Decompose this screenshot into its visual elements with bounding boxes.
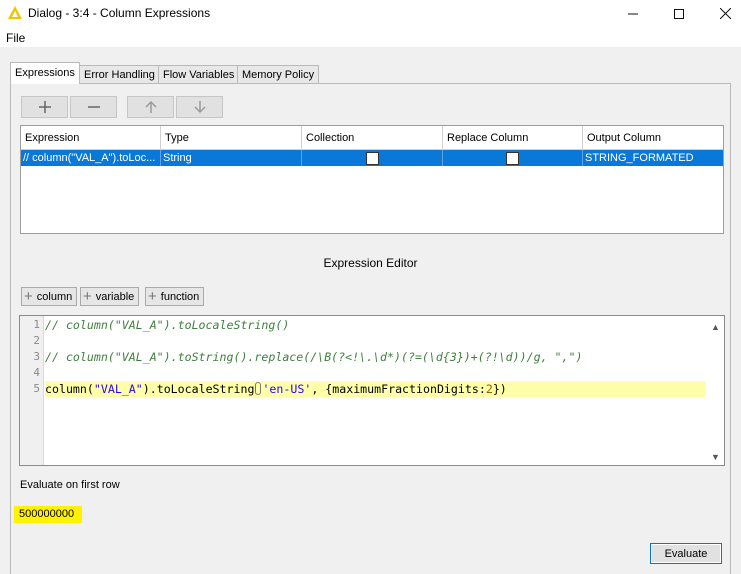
text-cursor [255, 382, 262, 395]
menu-file[interactable]: File [6, 31, 25, 45]
minimize-icon [628, 13, 638, 14]
tab-memory-policy[interactable]: Memory Policy [237, 65, 320, 84]
vertical-scrollbar[interactable]: ▲ ▼ [707, 316, 724, 465]
table-row[interactable]: // column("VAL_A").toLoc... String STRIN… [21, 150, 723, 166]
insert-variable-button[interactable]: + variable [80, 287, 140, 306]
arrow-down-icon [193, 101, 206, 114]
remove-expression-button[interactable] [70, 96, 117, 118]
insert-function-button[interactable]: + function [145, 287, 205, 306]
plus-icon: + [83, 287, 92, 305]
plus-icon [38, 101, 51, 113]
line-number: 5 [33, 382, 40, 395]
column-header-collection[interactable]: Collection [302, 126, 443, 150]
cell-type[interactable]: String [161, 150, 302, 166]
cell-collection[interactable] [302, 150, 443, 166]
arrow-up-icon [144, 100, 157, 113]
tab-expressions[interactable]: Expressions [10, 62, 80, 84]
move-down-button[interactable] [176, 96, 223, 118]
evaluate-result: 500000000 [14, 506, 82, 523]
code-line-5: column("VAL_A").toLocaleString'en-US', {… [45, 381, 706, 397]
code-line-1: // column("VAL_A").toLocaleString() [45, 318, 290, 332]
column-header-output-column[interactable]: Output Column [583, 126, 723, 150]
column-header-replace-column[interactable]: Replace Column [443, 126, 583, 150]
expression-table: Expression Type Collection Replace Colum… [20, 125, 724, 234]
maximize-button[interactable] [656, 0, 702, 27]
menu-bar: File [0, 27, 741, 47]
close-icon [719, 8, 731, 19]
evaluate-label: Evaluate on first row [20, 479, 120, 491]
plus-icon: + [24, 287, 33, 305]
scroll-down-icon[interactable]: ▼ [707, 448, 724, 465]
cell-expression[interactable]: // column("VAL_A").toLoc... [21, 150, 161, 166]
line-number: 4 [33, 366, 40, 379]
maximize-icon [674, 8, 684, 19]
line-number: 1 [33, 318, 40, 331]
evaluate-button[interactable]: Evaluate [650, 543, 722, 564]
cell-replace-column[interactable] [443, 150, 583, 166]
column-header-type[interactable]: Type [161, 126, 302, 150]
move-up-button[interactable] [127, 96, 174, 118]
window-title: Dialog - 3:4 - Column Expressions [28, 6, 211, 20]
replace-column-checkbox[interactable] [506, 152, 519, 165]
code-editor[interactable]: 1 2 3 4 5 // column("VAL_A").toLocaleStr… [19, 315, 725, 466]
code-line-3: // column("VAL_A").toString().replace(/\… [45, 350, 583, 364]
add-expression-button[interactable] [21, 96, 68, 118]
cell-output-column[interactable]: STRING_FORMATED [583, 150, 723, 166]
line-number-gutter: 1 2 3 4 5 [20, 316, 44, 465]
tab-flow-variables[interactable]: Flow Variables [158, 65, 240, 84]
tab-error-handling[interactable]: Error Handling [79, 65, 160, 84]
column-header-expression[interactable]: Expression [21, 126, 161, 150]
line-number: 2 [33, 334, 40, 347]
collection-checkbox[interactable] [366, 152, 379, 165]
title-bar: Dialog - 3:4 - Column Expressions [0, 0, 741, 27]
expression-editor-title: Expression Editor [323, 256, 418, 270]
scroll-up-icon[interactable]: ▲ [707, 318, 724, 335]
insert-column-button[interactable]: + column [21, 287, 78, 306]
plus-icon: + [148, 287, 157, 305]
knime-warning-icon [8, 6, 22, 19]
minus-icon [87, 106, 100, 108]
close-button[interactable] [702, 0, 741, 27]
minimize-button[interactable] [610, 0, 656, 27]
line-number: 3 [33, 350, 40, 363]
